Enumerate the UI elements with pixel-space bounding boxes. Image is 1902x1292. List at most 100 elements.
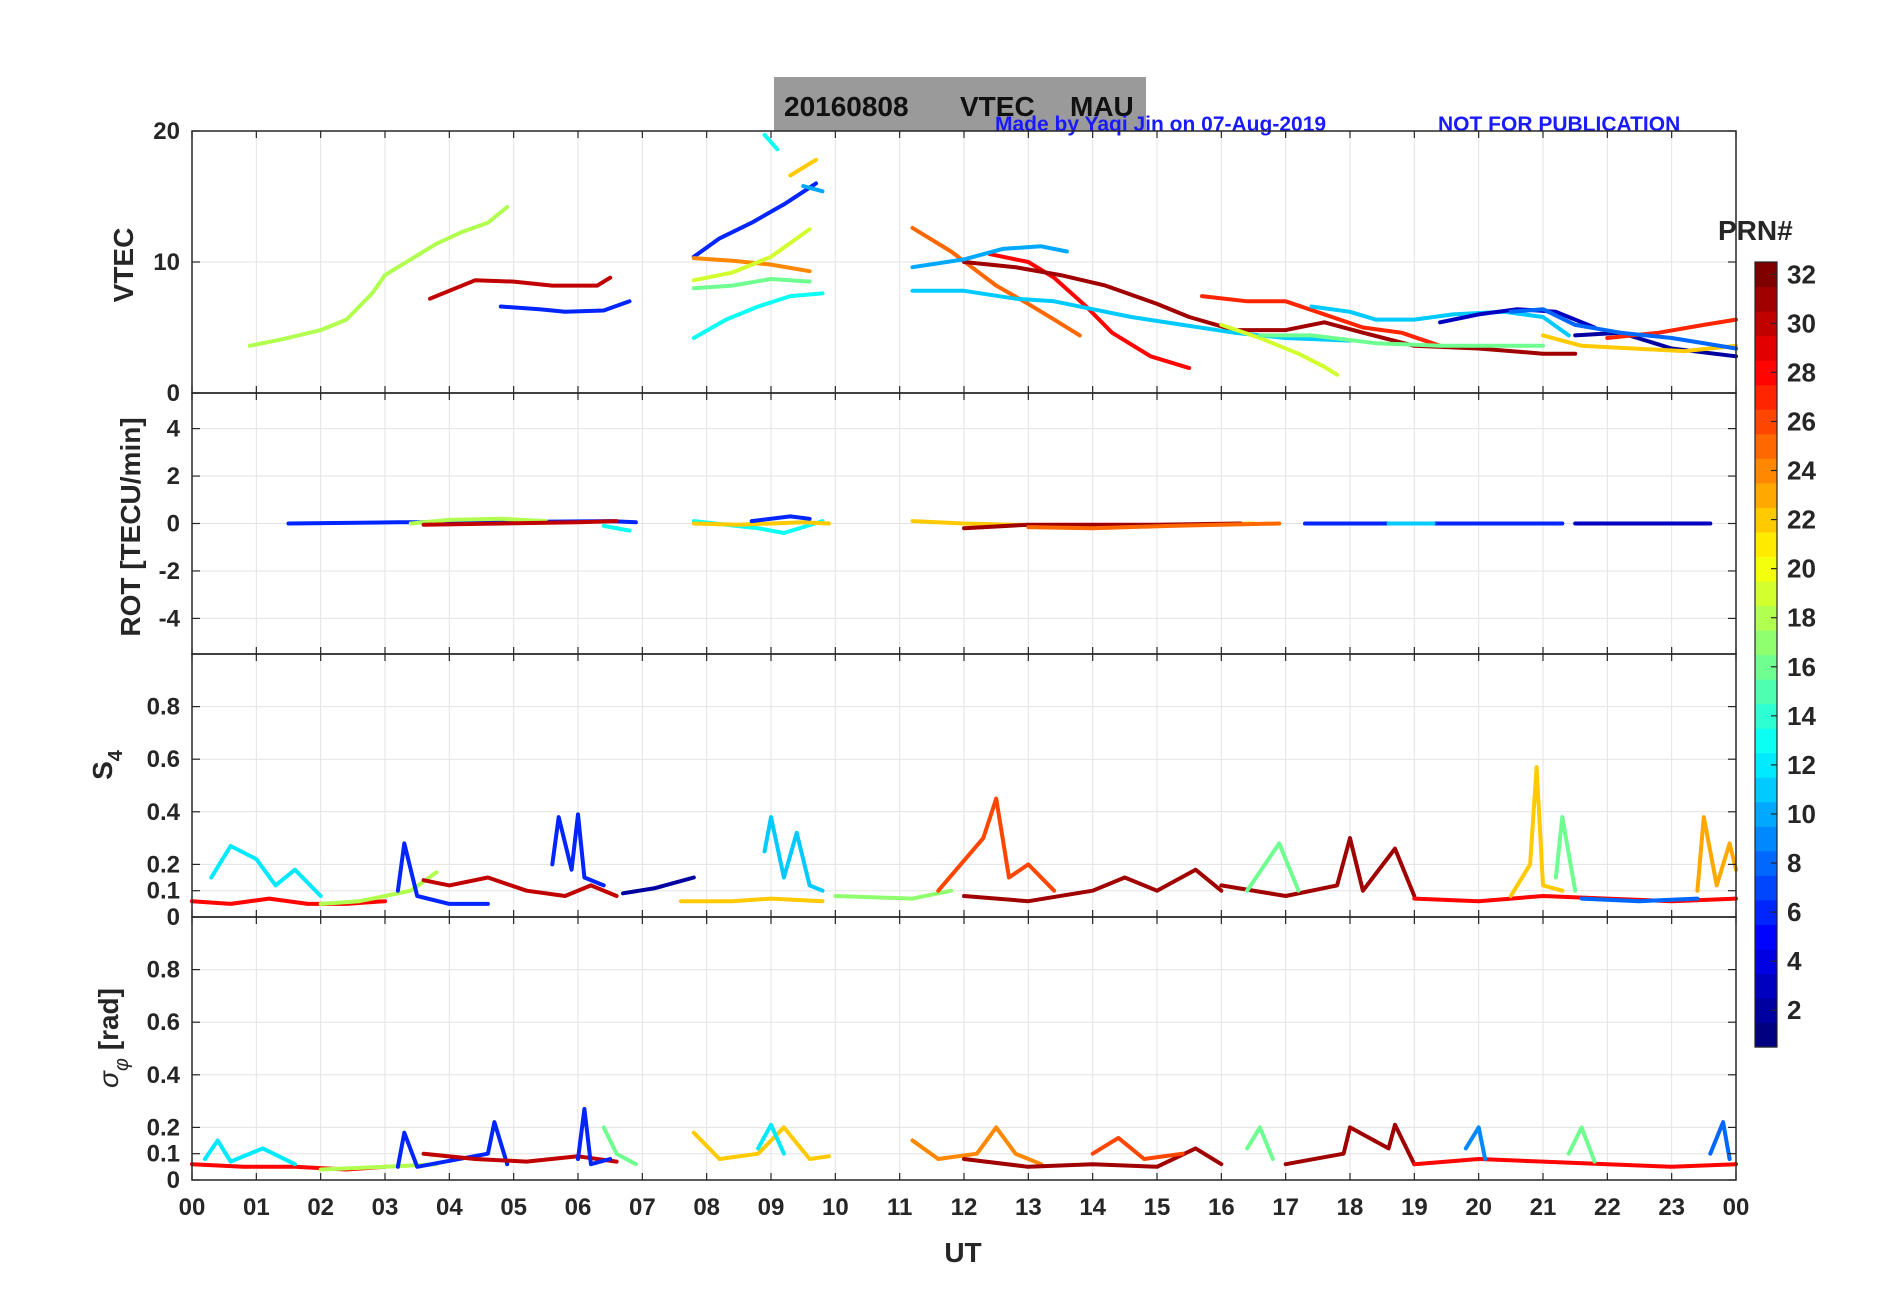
sigma-phi-panel: 00.10.2 0.4 0.6 0.8: [147, 916, 1738, 1194]
series-prn-8: [1508, 307, 1738, 351]
y-tick-label: 0: [167, 511, 180, 538]
series-prn-16: [1245, 1125, 1275, 1161]
series-prn-25: [910, 225, 1082, 338]
colorbar-tick-label: 26: [1787, 406, 1816, 436]
series-prn-13: [601, 523, 632, 533]
series-prn-12: [202, 1138, 297, 1167]
colorbar-segment: [1755, 286, 1777, 312]
series-prn-12: [209, 844, 323, 898]
y-tick-label: 0.8: [147, 694, 180, 721]
colorbar-segment: [1755, 580, 1777, 607]
x-tick-labels: 00 01 02 03 04 05 06 07 08 09 10 11 12 13 14 15 16 17 18 19…: [179, 1194, 1750, 1221]
colorbar-segment: [1755, 973, 1777, 999]
x-tick-label: 15: [1144, 1194, 1171, 1221]
colorbar-tick-label: 32: [1787, 259, 1816, 289]
x-tick-label: 12: [951, 1194, 978, 1221]
series-prn-22: [691, 520, 831, 527]
y-tick-label: -4: [159, 605, 181, 632]
panels: 01020 -4-2024 00.10.20.40.60.8 00.10.20.…: [147, 118, 1738, 1194]
y-tick-label: 0.2: [147, 851, 180, 878]
x-tick-label: 20: [1465, 1194, 1492, 1221]
x-tick-label: 17: [1272, 1194, 1299, 1221]
vtec-figure: 20160808 VTEC MAU Made by Yaqi Jin on 07…: [87, 77, 1816, 1268]
colorbar-tick-label: 22: [1787, 505, 1816, 535]
series-prn-18: [247, 205, 510, 348]
colorbar-segment: [1755, 531, 1777, 557]
y-tick-label: 0: [167, 1167, 180, 1194]
x-tick-label: 14: [1079, 1194, 1106, 1221]
colorbar-segment: [1755, 629, 1777, 656]
svg-text:S4: S4: [87, 749, 127, 780]
colorbar-segment: [1755, 1022, 1777, 1048]
colorbar-tick-label: 8: [1787, 848, 1801, 878]
title-banner: 20160808 VTEC MAU Made by Yaqi Jin on 07…: [774, 77, 1680, 136]
y-tick-label: 0: [167, 904, 180, 931]
series-prn-16: [691, 277, 812, 291]
svg-text:σφ [rad]: σφ [rad]: [93, 988, 133, 1088]
series-prn-18: [318, 870, 439, 906]
y-tick-label: 10: [153, 249, 180, 276]
colorbar-tick-label: 10: [1787, 799, 1816, 829]
series-prn-13: [691, 291, 825, 340]
series-prn-22: [678, 896, 825, 904]
x-tick-label: 11: [887, 1194, 912, 1221]
x-axis-label: UT: [944, 1237, 981, 1268]
rot-ylabel: ROT [TECU/min]: [115, 417, 146, 636]
colorbar-tick-label: 14: [1787, 701, 1816, 731]
s4-panel: 00.10.2 0.4 0.6 0.8: [147, 653, 1738, 931]
x-tick-label: 04: [436, 1194, 463, 1221]
vtec-ylabel: VTEC: [108, 228, 139, 303]
x-tick-label: 03: [372, 1194, 399, 1221]
vtec-panel: 0 10 20: [153, 118, 1738, 407]
y-tick-label: -2: [159, 558, 180, 585]
y-tick-label: 0.8: [147, 957, 180, 984]
x-tick-label: 19: [1401, 1194, 1428, 1221]
colorbar-tick-label: 28: [1787, 357, 1816, 387]
x-tick-label: 23: [1658, 1194, 1685, 1221]
series-prn-11: [762, 815, 825, 893]
colorbar-tick-label: 2: [1787, 995, 1801, 1025]
s4-ylabel: S4: [87, 749, 127, 780]
x-tick-label: 06: [565, 1194, 592, 1221]
colorbar-segment: [1755, 384, 1777, 410]
series-prn-30: [428, 275, 613, 301]
series-prn-16: [1553, 815, 1578, 893]
x-tick-label: 16: [1208, 1194, 1235, 1221]
x-tick-label: 13: [1015, 1194, 1042, 1221]
y-tick-label: 0.6: [147, 1009, 180, 1036]
y-tick-label: 0: [167, 380, 180, 407]
series-prn-28: [1412, 1157, 1738, 1169]
series-prn-22: [788, 157, 818, 178]
y-tick-label: 0.6: [147, 746, 180, 773]
series-prn-17: [833, 888, 954, 901]
y-tick-label: 0.1: [147, 878, 180, 905]
rot-panel: -4 -2 0 2 4: [159, 392, 1737, 655]
y-tick-label: 0.4: [147, 799, 181, 826]
series-prn-9: [1463, 1125, 1488, 1161]
x-tick-label: 10: [822, 1194, 849, 1221]
colorbar-tick-label: 20: [1787, 554, 1816, 584]
colorbar-segment: [1755, 924, 1777, 950]
x-tick-label: 22: [1594, 1194, 1621, 1221]
notice-text: NOT FOR PUBLICATION: [1438, 113, 1680, 136]
x-tick-label: 05: [500, 1194, 527, 1221]
series-prn-16: [1566, 1125, 1597, 1164]
x-tick-label: 00: [179, 1194, 206, 1221]
sigma-phi-ylabel: σφ [rad]: [93, 988, 133, 1088]
y-tick-label: 0.1: [147, 1141, 180, 1168]
colorbar-segment: [1755, 777, 1777, 803]
x-tick-label: 21: [1530, 1194, 1557, 1221]
credit-text: Made by Yaqi Jin on 07-Aug-2019: [995, 113, 1326, 136]
x-tick-label: 00: [1723, 1194, 1750, 1221]
colorbar-segment: [1755, 335, 1777, 361]
x-tick-label: 01: [243, 1194, 270, 1221]
y-tick-label: 0.2: [147, 1114, 180, 1141]
colorbar-segment: [1755, 826, 1777, 852]
series-prn-6: [395, 841, 490, 906]
colorbar-segment: [1755, 728, 1777, 754]
y-tick-label: 0.4: [147, 1062, 181, 1089]
x-tick-label: 18: [1337, 1194, 1364, 1221]
colorbar-segment: [1755, 679, 1777, 705]
colorbar-tick-label: 16: [1787, 652, 1816, 682]
colorbar-tick-label: 18: [1787, 603, 1816, 633]
